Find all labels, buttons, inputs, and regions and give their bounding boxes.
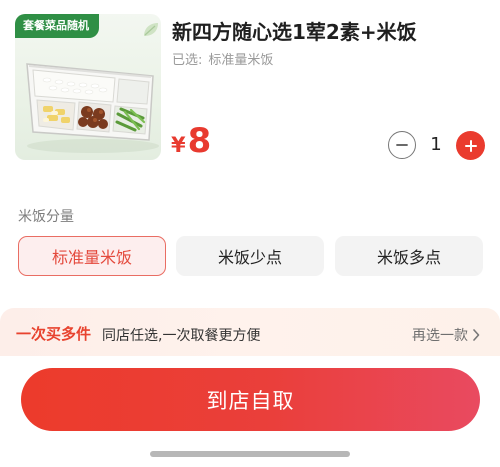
selected-value: 标准量米饭 <box>208 53 274 68</box>
plus-icon <box>464 139 477 152</box>
choose-another-label: 再选一款 <box>412 328 468 344</box>
choose-another-link[interactable]: 再选一款 <box>412 325 480 345</box>
selected-label: 已选: <box>172 53 203 68</box>
leaf-icon <box>144 23 158 36</box>
option-standard-rice[interactable]: 标准量米饭 <box>18 236 166 276</box>
selected-spec: 已选: 标准量米饭 <box>172 49 273 68</box>
promo-description: 同店任选,一次取餐更方便 <box>102 328 261 344</box>
rice-portion-label: 米饭分量 <box>18 209 74 225</box>
currency-symbol: ¥ <box>171 133 186 157</box>
store-pickup-button[interactable]: 到店自取 <box>21 368 480 431</box>
chevron-right-icon <box>473 329 480 341</box>
price-value: 8 <box>187 121 212 161</box>
product-image[interactable]: 套餐菜品随机 <box>15 14 161 160</box>
decrease-quantity-button[interactable] <box>388 131 416 159</box>
product-title: 新四方随心选1荤2素+米饭 <box>172 20 417 44</box>
home-indicator[interactable] <box>150 451 350 457</box>
price: ¥8 <box>171 121 211 161</box>
promo-title: 一次买多件 <box>16 325 92 343</box>
increase-quantity-button[interactable] <box>456 131 485 160</box>
image-badge: 套餐菜品随机 <box>15 14 99 38</box>
option-more-rice[interactable]: 米饭多点 <box>335 236 483 276</box>
minus-icon <box>396 144 408 146</box>
quantity-value: 1 <box>430 134 442 155</box>
option-less-rice[interactable]: 米饭少点 <box>176 236 324 276</box>
